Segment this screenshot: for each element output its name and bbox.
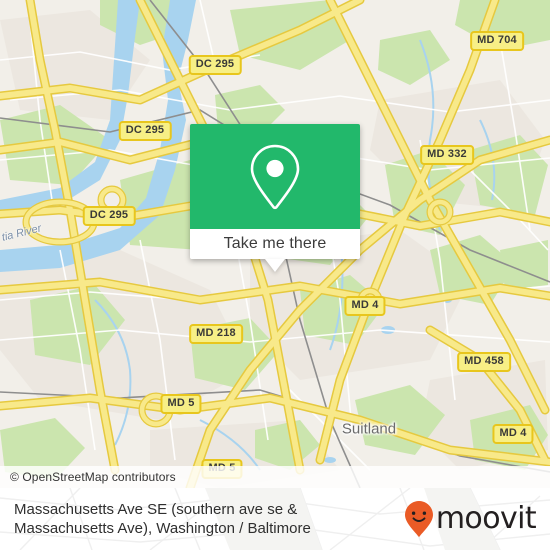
destination-popup-card[interactable]: Take me there	[190, 124, 360, 272]
take-me-there-label: Take me there	[223, 235, 327, 252]
road-shield-dc-295[interactable]: DC 295	[118, 121, 172, 141]
popup-card-tail	[265, 259, 285, 272]
moovit-logo[interactable]: moovit	[404, 500, 537, 538]
place-label-suitland: Suitland	[341, 420, 397, 438]
road-shield-md-5[interactable]: MD 5	[160, 394, 202, 414]
location-pin-icon	[250, 144, 300, 209]
location-title: Massachusetts Ave SE (southern ave se & …	[14, 501, 311, 537]
road-shield-md-458[interactable]: MD 458	[457, 352, 511, 372]
footer-bar: Massachusetts Ave SE (southern ave se & …	[0, 488, 550, 550]
moovit-map-screenshot: tia River Suitland MD 704 DC 295 DC 295 …	[0, 0, 550, 550]
popup-card-header	[190, 124, 360, 229]
attribution-text: © OpenStreetMap contributors	[10, 470, 176, 484]
road-shield-md-4[interactable]: MD 4	[344, 296, 386, 316]
road-shield-md-332[interactable]: MD 332	[420, 145, 474, 165]
moovit-smiley-pin-icon	[404, 501, 433, 537]
road-shield-md-218[interactable]: MD 218	[189, 324, 243, 344]
road-shield-dc-295[interactable]: DC 295	[82, 206, 136, 226]
map-attribution[interactable]: © OpenStreetMap contributors	[0, 466, 550, 488]
moovit-wordmark: moovit	[435, 501, 537, 536]
road-shield-dc-295[interactable]: DC 295	[188, 55, 242, 75]
road-shield-md-704[interactable]: MD 704	[470, 31, 524, 51]
road-shield-md-4[interactable]: MD 4	[492, 424, 534, 444]
map-viewport[interactable]: tia River Suitland MD 704 DC 295 DC 295 …	[0, 0, 550, 488]
take-me-there-button[interactable]: Take me there	[190, 229, 360, 272]
